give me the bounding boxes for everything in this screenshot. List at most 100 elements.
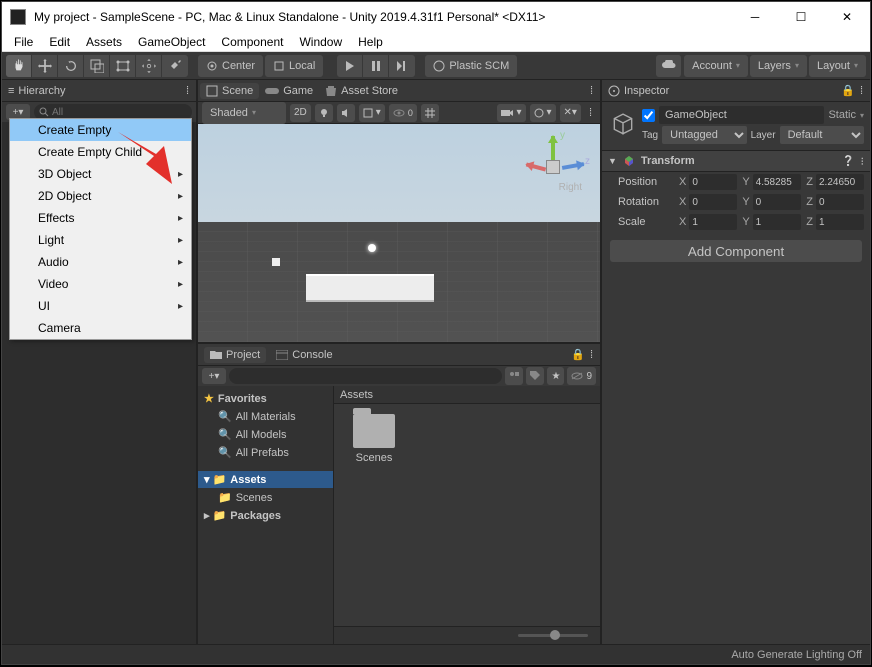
hidden-packages-button[interactable]: 9 [567, 367, 596, 385]
help-icon[interactable]: ❔ [842, 156, 854, 167]
hand-tool-button[interactable] [6, 55, 32, 77]
account-dropdown[interactable]: Account [684, 55, 748, 77]
ctx-audio[interactable]: Audio [10, 251, 191, 273]
scale-y[interactable] [753, 214, 801, 230]
scene-tabs-menu[interactable]: ⁞ [590, 85, 600, 97]
add-component-button[interactable]: Add Component [610, 240, 862, 262]
move-tool-button[interactable] [32, 55, 58, 77]
tree-packages[interactable]: ▸ 📁 Packages [198, 507, 333, 524]
scene-visibility-toggle[interactable]: 0 [389, 104, 417, 122]
pivot-center-button[interactable]: Center [198, 55, 263, 77]
play-button[interactable] [337, 55, 363, 77]
scene-view[interactable]: y z Right [198, 124, 600, 342]
transform-component-header[interactable]: ▼ Transform ❔ ⁝ [602, 150, 870, 172]
position-z[interactable] [816, 174, 864, 190]
asset-scenes-folder[interactable]: Scenes [344, 414, 404, 464]
tab-console[interactable]: Console [270, 347, 338, 363]
tree-all-models[interactable]: 🔍 All Models [198, 426, 333, 443]
gameobject-name-input[interactable] [659, 106, 824, 124]
reset-icon[interactable]: ⁝ [861, 155, 865, 168]
menu-edit[interactable]: Edit [41, 35, 78, 49]
filter-type-button[interactable] [505, 367, 523, 385]
tree-all-materials[interactable]: 🔍 All Materials [198, 408, 333, 425]
project-add-button[interactable]: +▾ [202, 368, 226, 384]
menu-window[interactable]: Window [291, 35, 350, 49]
ctx-3d-object[interactable]: 3D Object [10, 163, 191, 185]
gameobject-active-checkbox[interactable] [642, 109, 655, 122]
custom-tool-button[interactable] [162, 55, 188, 77]
scene-light-gizmo[interactable] [368, 244, 376, 252]
rotation-y[interactable] [753, 194, 801, 210]
tree-favorites[interactable]: ★Favorites [198, 390, 333, 407]
ctx-effects[interactable]: Effects [10, 207, 191, 229]
lighting-status[interactable]: Auto Generate Lighting Off [731, 649, 862, 661]
scene-camera-gizmo[interactable] [272, 258, 280, 266]
foldout-icon[interactable]: ▼ [608, 156, 617, 166]
menu-component[interactable]: Component [213, 35, 291, 49]
ctx-video[interactable]: Video [10, 273, 191, 295]
scale-x[interactable] [689, 214, 737, 230]
pause-button[interactable] [363, 55, 389, 77]
position-x[interactable] [689, 174, 737, 190]
pivot-local-button[interactable]: Local [265, 55, 323, 77]
filter-label-button[interactable] [526, 367, 544, 385]
plastic-scm-button[interactable]: Plastic SCM [425, 55, 517, 77]
ctx-camera[interactable]: Camera [10, 317, 191, 339]
project-lock-icon[interactable]: 🔒 ⁞ [571, 348, 594, 361]
menu-gameobject[interactable]: GameObject [130, 35, 213, 49]
scene-tools-button[interactable]: ✕▾ [560, 104, 581, 122]
layer-dropdown[interactable]: Default [780, 126, 864, 144]
scale-z[interactable] [816, 214, 864, 230]
ctx-create-empty[interactable]: Create Empty [10, 119, 191, 141]
menu-help[interactable]: Help [350, 35, 391, 49]
rect-tool-button[interactable] [110, 55, 136, 77]
static-dropdown[interactable]: ▾ [860, 111, 864, 120]
scene-ground-object[interactable] [306, 274, 434, 302]
step-button[interactable] [389, 55, 415, 77]
minimize-button[interactable]: ─ [732, 2, 778, 32]
ctx-create-empty-child[interactable]: Create Empty Child [10, 141, 191, 163]
cloud-button[interactable] [656, 55, 682, 77]
ctx-light[interactable]: Light [10, 229, 191, 251]
scene-grid-toggle[interactable] [421, 104, 439, 122]
2d-toggle[interactable]: 2D [290, 104, 311, 122]
inspector-lock-icon[interactable]: 🔒 ⁞ [841, 84, 864, 97]
scene-audio-toggle[interactable] [337, 104, 355, 122]
layers-dropdown[interactable]: Layers [750, 55, 807, 77]
close-button[interactable]: ✕ [824, 2, 870, 32]
project-search-input[interactable] [229, 368, 502, 384]
hierarchy-tab[interactable]: Hierarchy [18, 85, 65, 97]
tab-scene[interactable]: Scene [200, 83, 259, 99]
tab-project[interactable]: Project [204, 347, 266, 363]
scale-tool-button[interactable] [84, 55, 110, 77]
tree-all-prefabs[interactable]: 🔍 All Prefabs [198, 444, 333, 461]
tree-assets[interactable]: ▾ 📁 Assets [198, 471, 333, 488]
filter-fav-button[interactable]: ★ [547, 367, 564, 385]
scene-cam-button[interactable]: ▾ [497, 104, 525, 122]
layout-dropdown[interactable]: Layout [809, 55, 866, 77]
tab-game[interactable]: Game [259, 83, 319, 99]
rotation-z[interactable] [816, 194, 864, 210]
gameobject-icon[interactable] [608, 110, 638, 140]
draw-mode-dropdown[interactable]: Shaded [202, 102, 286, 124]
tab-asset-store[interactable]: Asset Store [319, 83, 404, 99]
position-y[interactable] [753, 174, 801, 190]
hierarchy-lock-icon[interactable]: ⁞ [186, 85, 190, 97]
tree-scenes[interactable]: 📁 Scenes [198, 489, 333, 506]
ctx-ui[interactable]: UI [10, 295, 191, 317]
transform-tool-button[interactable] [136, 55, 162, 77]
asset-breadcrumb[interactable]: Assets [334, 386, 600, 404]
rotation-x[interactable] [689, 194, 737, 210]
scene-fx-toggle[interactable]: ▾ [359, 104, 385, 122]
scene-gizmos-button[interactable]: ▾ [530, 104, 556, 122]
tag-dropdown[interactable]: Untagged [662, 126, 746, 144]
maximize-button[interactable]: ☐ [778, 2, 824, 32]
menu-file[interactable]: File [6, 35, 41, 49]
scene-menu-icon[interactable]: ⁞ [585, 107, 596, 119]
inspector-tab[interactable]: Inspector [624, 85, 669, 97]
menu-assets[interactable]: Assets [78, 35, 130, 49]
rotate-tool-button[interactable] [58, 55, 84, 77]
grid-size-slider-thumb[interactable] [550, 630, 560, 640]
scene-lighting-toggle[interactable] [315, 104, 333, 122]
ctx-2d-object[interactable]: 2D Object [10, 185, 191, 207]
